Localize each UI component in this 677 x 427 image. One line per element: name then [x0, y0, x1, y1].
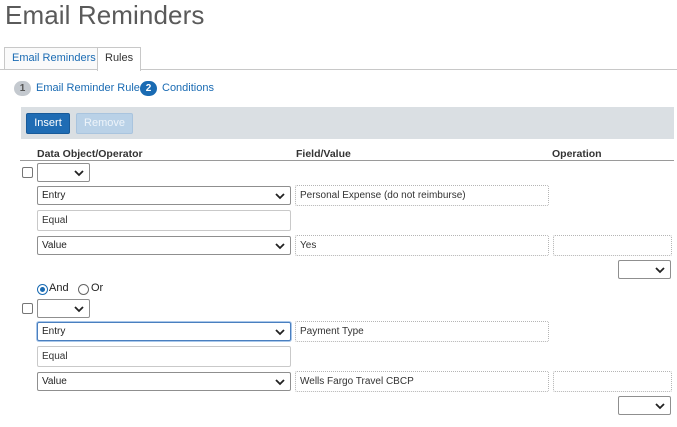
tab-rules[interactable]: Rules: [97, 47, 142, 71]
chevron-down-icon: [74, 306, 84, 313]
step-conditions[interactable]: 2 Conditions: [140, 81, 214, 96]
column-header-field-value: Field/Value: [296, 148, 351, 160]
condition-1-checkbox[interactable]: [22, 167, 33, 178]
tab-email-reminders[interactable]: Email Reminders: [4, 47, 104, 70]
condition-2-checkbox[interactable]: [22, 303, 33, 314]
condition-1-group-select[interactable]: [37, 163, 90, 182]
condition-2-value-select[interactable]: Value: [37, 372, 291, 391]
chevron-down-icon: [655, 403, 665, 410]
condition-2-value-field[interactable]: Wells Fargo Travel CBCP: [295, 371, 549, 392]
condition-1-operator[interactable]: Equal: [37, 210, 291, 231]
condition-2-group-select[interactable]: [37, 299, 90, 318]
condition-2-operation-select[interactable]: [618, 396, 671, 415]
and-radio[interactable]: [37, 284, 48, 295]
chevron-down-icon: [275, 329, 285, 336]
step-email-reminder-rule[interactable]: 1 Email Reminder Rule: [14, 81, 140, 96]
insert-button[interactable]: Insert: [26, 113, 70, 134]
or-radio[interactable]: [78, 284, 89, 295]
column-header-data-object: Data Object/Operator: [37, 148, 143, 160]
condition-2-entry-select[interactable]: Entry: [37, 322, 291, 341]
condition-1-operation-select[interactable]: [618, 260, 671, 279]
step-label: Email Reminder Rule: [36, 82, 140, 94]
chevron-down-icon: [275, 193, 285, 200]
remove-button[interactable]: Remove: [76, 113, 133, 134]
condition-1-value-field[interactable]: Yes: [295, 235, 549, 256]
condition-1-value-select[interactable]: Value: [37, 236, 291, 255]
condition-2-entry-field[interactable]: Payment Type: [295, 321, 549, 342]
condition-1-entry-field[interactable]: Personal Expense (do not reimburse): [295, 185, 549, 206]
step-number: 1: [14, 81, 31, 96]
condition-2-operation-input[interactable]: [553, 371, 672, 392]
step-number: 2: [140, 81, 157, 96]
chevron-down-icon: [275, 243, 285, 250]
or-label: Or: [91, 282, 104, 294]
step-label: Conditions: [162, 82, 214, 94]
header-divider: [20, 160, 674, 161]
chevron-down-icon: [275, 379, 285, 386]
chevron-down-icon: [74, 170, 84, 177]
page-title: Email Reminders: [5, 0, 205, 30]
condition-1-entry-select[interactable]: Entry: [37, 186, 291, 205]
chevron-down-icon: [655, 267, 665, 274]
column-header-operation: Operation: [552, 148, 602, 160]
and-label: And: [49, 282, 69, 294]
condition-2-operator[interactable]: Equal: [37, 346, 291, 367]
condition-1-operation-input[interactable]: [553, 235, 672, 256]
